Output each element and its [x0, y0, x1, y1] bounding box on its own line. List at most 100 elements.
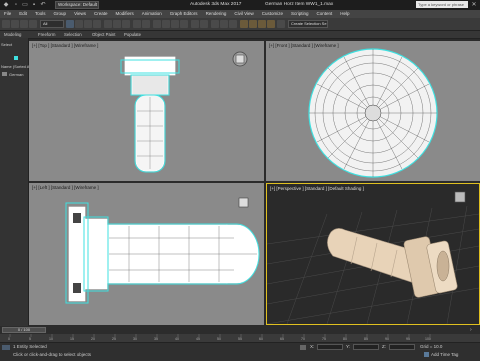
time-slider-handle[interactable]: 0 / 100 — [2, 327, 46, 333]
mirror-button[interactable] — [191, 20, 199, 28]
front-wireframe-model — [308, 48, 438, 178]
viewport-left[interactable]: [+] [Left ] [Standard ] [Wireframe ] — [29, 183, 264, 325]
workspace-selector[interactable]: Workspace: Default — [55, 1, 99, 9]
top-wireframe-model — [120, 51, 248, 173]
layer-explorer-button[interactable] — [211, 20, 219, 28]
curve-editor-button[interactable] — [220, 20, 228, 28]
next-frame-icon[interactable]: › — [470, 327, 478, 333]
schematic-view-button[interactable] — [229, 20, 237, 28]
menu-edit[interactable]: Edit — [15, 10, 31, 18]
lock-selection-icon[interactable] — [300, 345, 306, 350]
maxscript-listener-icon[interactable] — [2, 345, 10, 350]
ribbon-tab-modeling[interactable]: Modeling — [4, 31, 21, 38]
tick-60: 60 — [259, 337, 263, 341]
spinner-snap-button[interactable] — [180, 20, 188, 28]
viewport-label-left[interactable]: [+] [Left ] [Standard ] [Wireframe ] — [32, 185, 99, 190]
selection-set-dropdown[interactable]: Create Selection Se — [288, 20, 328, 28]
ribbon-tab-selection[interactable]: Selection — [64, 31, 82, 38]
selection-filter-dropdown[interactable]: All — [40, 20, 64, 28]
window-crossing-button[interactable] — [93, 20, 101, 28]
menu-views[interactable]: Views — [70, 10, 90, 18]
tick-20: 20 — [91, 337, 95, 341]
tick-85: 85 — [364, 337, 368, 341]
track-bar[interactable]: 0 5 10 15 20 25 30 35 40 45 50 55 60 65 … — [0, 334, 480, 342]
menu-customize[interactable]: Customize — [258, 10, 287, 18]
redo-button[interactable] — [11, 20, 19, 28]
menu-tools[interactable]: Tools — [31, 10, 50, 18]
material-editor-button[interactable] — [240, 20, 248, 28]
named-selection-button[interactable] — [277, 20, 285, 28]
file-name: German Horz Item WW1_1.max — [265, 2, 334, 7]
app-title: Autodesk 3ds Max 2017 — [190, 2, 242, 7]
status-bar: 1 Entity Selected Click or click-and-dra… — [0, 342, 480, 361]
viewport-front[interactable]: [+] [Front ] [Standard ] [Wireframe ] — [266, 41, 480, 181]
menu-graph-editors[interactable]: Graph Editors — [166, 10, 202, 18]
menu-group[interactable]: Group — [50, 10, 71, 18]
menu-content[interactable]: Content — [313, 10, 337, 18]
menu-help[interactable]: Help — [336, 10, 353, 18]
perspective-shaded-model — [267, 191, 479, 324]
select-by-name-button[interactable] — [75, 20, 83, 28]
y-coord-field[interactable] — [353, 344, 379, 350]
pivot-button[interactable] — [142, 20, 150, 28]
time-tag-icon — [424, 352, 429, 357]
menu-scripting[interactable]: Scripting — [287, 10, 313, 18]
close-icon[interactable]: ✕ — [470, 1, 478, 9]
viewport-label-front[interactable]: [+] [Front ] [Standard ] [Wireframe ] — [269, 43, 339, 48]
z-coord-label: Z: — [382, 344, 386, 349]
menu-animation[interactable]: Animation — [138, 10, 166, 18]
search-input[interactable]: Type a keyword or phrase — [416, 1, 468, 8]
app-logo-icon[interactable]: ◆ — [2, 1, 10, 9]
tick-25: 25 — [112, 337, 116, 341]
viewport-perspective[interactable]: [+] [Perspective ] [Standard ] [Default … — [266, 183, 480, 325]
align-button[interactable] — [200, 20, 208, 28]
ribbon-tab-populate[interactable]: Populate — [124, 31, 141, 38]
time-slider[interactable]: 0 / 100 › — [0, 326, 480, 334]
menu-file[interactable]: File — [0, 10, 15, 18]
scene-explorer-select[interactable]: Select — [1, 42, 12, 47]
add-time-tag-button[interactable]: Add Time Tag — [431, 352, 458, 357]
render-setup-button[interactable] — [249, 20, 257, 28]
link-button[interactable] — [20, 20, 28, 28]
new-file-icon[interactable]: ▫ — [12, 1, 20, 9]
percent-snap-button[interactable] — [171, 20, 179, 28]
ribbon-tab-freeform[interactable]: Freeform — [38, 31, 55, 38]
menu-civil-view[interactable]: Civil View — [230, 10, 257, 18]
rect-selection-button[interactable] — [84, 20, 92, 28]
filter-icon[interactable] — [14, 56, 18, 60]
status-prompt: Click or click-and-drag to select object… — [13, 352, 92, 357]
reference-coord-button[interactable] — [133, 20, 141, 28]
rendered-frame-button[interactable] — [258, 20, 266, 28]
tick-65: 65 — [280, 337, 284, 341]
undo-button[interactable] — [2, 20, 10, 28]
snaps-button[interactable] — [153, 20, 161, 28]
move-button[interactable] — [104, 20, 112, 28]
undo-icon[interactable]: ↶ — [39, 1, 47, 9]
tick-50: 50 — [217, 337, 221, 341]
rotate-button[interactable] — [113, 20, 121, 28]
ribbon-tab-object-paint[interactable]: Object Paint — [92, 31, 115, 38]
scale-button[interactable] — [122, 20, 130, 28]
unlink-button[interactable] — [29, 20, 37, 28]
viewport-label-top[interactable]: [+] [Top ] [Standard ] [Wireframe ] — [32, 43, 98, 48]
menu-rendering[interactable]: Rendering — [202, 10, 231, 18]
open-file-icon[interactable]: ▭ — [21, 1, 29, 9]
viewport-top[interactable]: [+] [Top ] [Standard ] [Wireframe ] — [29, 41, 264, 181]
ribbon: Modeling Freeform Selection Object Paint… — [0, 31, 480, 39]
menu-create[interactable]: Create — [90, 10, 112, 18]
viewport-label-perspective[interactable]: [+] [Perspective ] [Standard ] [Default … — [270, 186, 364, 191]
tick-80: 80 — [343, 337, 347, 341]
angle-snap-button[interactable] — [162, 20, 170, 28]
x-coord-field[interactable] — [317, 344, 343, 350]
tick-95: 95 — [406, 337, 410, 341]
object-visibility-icon[interactable] — [2, 72, 7, 76]
render-button[interactable] — [267, 20, 275, 28]
save-icon[interactable]: ▪ — [30, 1, 38, 9]
z-coord-field[interactable] — [389, 344, 415, 350]
x-coord-label: X: — [310, 344, 315, 349]
tick-100: 100 — [425, 337, 431, 341]
scene-explorer-item-german[interactable]: German — [9, 72, 23, 77]
select-object-button[interactable] — [66, 20, 74, 28]
tick-30: 30 — [133, 337, 137, 341]
menu-modifiers[interactable]: Modifiers — [112, 10, 138, 18]
